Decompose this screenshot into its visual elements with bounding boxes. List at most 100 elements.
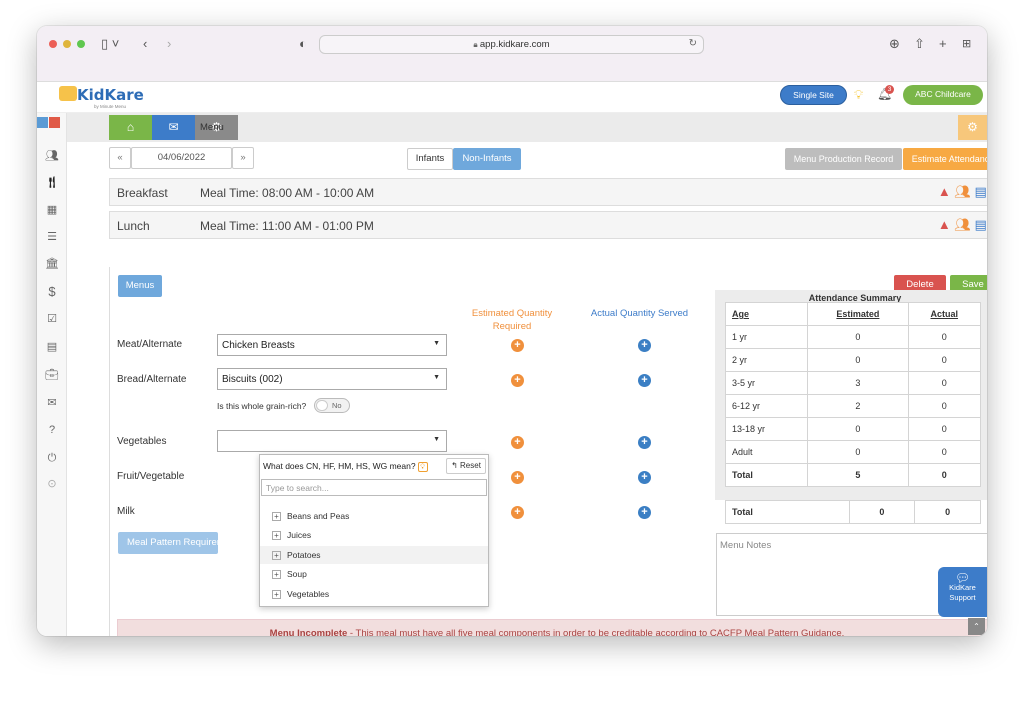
privacy-shield-icon[interactable]: ◐	[299, 36, 307, 52]
address-bar[interactable]: 🔒︎ app.kidkare.com ↻	[319, 35, 704, 54]
age-cell: 2 yr	[724, 348, 809, 372]
new-tab-icon[interactable]: +	[939, 36, 947, 52]
page-settings-button[interactable]: ⚙	[958, 115, 987, 140]
breakfast-section-header[interactable]: Breakfast Meal Time: 08:00 AM - 10:00 AM…	[109, 178, 987, 206]
add-actual-button[interactable]: +	[638, 374, 651, 387]
power-icon[interactable]: ⏻	[37, 452, 67, 465]
checkbox-icon[interactable]: ☑	[37, 312, 67, 325]
table-row: 2 yr 0 0	[724, 348, 982, 372]
home-button[interactable]: ⌂	[109, 115, 152, 140]
briefcase-icon[interactable]: 💼︎	[37, 368, 67, 381]
menus-button[interactable]: Menus	[118, 275, 162, 297]
list-icon[interactable]: ☰	[37, 230, 67, 243]
add-estimated-button[interactable]: +	[511, 506, 524, 519]
expand-icon: +	[272, 551, 281, 560]
add-actual-button[interactable]: +	[638, 339, 651, 352]
actual-cell: 0	[907, 325, 982, 349]
lightbulb-icon[interactable]: 💡︎	[854, 87, 863, 103]
play-circle-icon[interactable]: ⊙	[37, 477, 67, 490]
gear-icon: ⚙	[967, 120, 978, 134]
expand-icon: +	[272, 531, 281, 540]
vegetables-select[interactable]: ▼	[217, 430, 447, 452]
actual-cell: 0	[907, 371, 982, 395]
whole-grain-toggle[interactable]: No	[314, 398, 350, 413]
reload-icon[interactable]: ↻	[689, 38, 697, 49]
tree-item[interactable]: + Vegetables	[272, 589, 329, 599]
bank-icon[interactable]: 🏛︎	[37, 257, 67, 270]
people-icon[interactable]: 👥︎	[37, 149, 67, 162]
add-estimated-button[interactable]: +	[511, 436, 524, 449]
minimize-window-button[interactable]	[63, 40, 71, 48]
estimated-header[interactable]: Estimated	[807, 302, 909, 326]
actual-quantity-header: Actual Quantity Served	[590, 308, 689, 319]
tree-item[interactable]: + Beans and Peas	[272, 511, 349, 521]
tree-item-label: Beans and Peas	[287, 511, 350, 521]
pdf-icon[interactable]: ▤	[37, 340, 67, 353]
lunch-section-header[interactable]: Lunch Meal Time: 11:00 AM - 01:00 PM ▲ 👥…	[109, 211, 987, 239]
sidebar-toggle-icon[interactable]: ▯ ˅	[101, 36, 119, 52]
support-line1: KidKare	[949, 583, 976, 592]
single-site-button[interactable]: Single Site	[780, 85, 847, 105]
toggle-knob	[316, 400, 328, 411]
calendar-icon[interactable]: ▦	[37, 203, 67, 216]
share-icon[interactable]: ⇧	[914, 36, 925, 52]
noninfants-tab[interactable]: Non-Infants	[453, 148, 521, 170]
envelope-icon[interactable]: ✉	[37, 396, 67, 409]
dollar-icon[interactable]: $	[37, 284, 67, 299]
age-header[interactable]: Age	[724, 302, 809, 326]
caret-down-icon: ▼	[433, 374, 440, 381]
people-icon: 👥︎	[954, 184, 971, 199]
add-actual-button[interactable]: +	[638, 436, 651, 449]
expand-icon: +	[272, 512, 281, 521]
back-icon[interactable]: ‹	[143, 36, 147, 52]
actual-cell: 0	[907, 440, 982, 464]
add-actual-button[interactable]: +	[638, 506, 651, 519]
sidebar-swatch-blue	[37, 117, 48, 128]
alert-message: - This meal must have all five meal comp…	[347, 628, 845, 636]
add-actual-button[interactable]: +	[638, 471, 651, 484]
tab-overview-icon[interactable]: ⊞	[962, 36, 971, 52]
kidkare-logo[interactable]: KidKare	[77, 86, 144, 104]
tree-item[interactable]: + Potatoes	[272, 550, 321, 560]
messages-button[interactable]: ✉	[152, 115, 195, 140]
caret-down-icon: ▼	[433, 340, 440, 347]
prev-date-button[interactable]: «	[109, 147, 131, 169]
attendance-table: Age Estimated Actual 1 yr 0 0 2 yr 0 0 3-5 y…	[724, 302, 982, 487]
next-date-button[interactable]: »	[232, 147, 254, 169]
tree-item-label: Vegetables	[287, 589, 330, 599]
help-icon[interactable]: ?	[37, 424, 67, 436]
reset-button[interactable]: ↰ Reset	[446, 458, 486, 474]
infants-tab[interactable]: Infants	[407, 148, 453, 170]
help-text-link[interactable]: What does CN, HF, HM, HS, WG mean? 💡︎	[263, 461, 428, 472]
download-icon[interactable]: ⊕	[889, 36, 900, 52]
close-window-button[interactable]	[49, 40, 57, 48]
table-header-row: Age Estimated Actual	[724, 302, 982, 326]
meal-pattern-requirements-button[interactable]: Meal Pattern Requirements	[118, 532, 218, 554]
lunch-title: Lunch	[117, 219, 150, 233]
scroll-to-top-button[interactable]: ⌃	[968, 618, 985, 635]
table-row: 1 yr 0 0	[724, 325, 982, 349]
add-estimated-button[interactable]: +	[511, 471, 524, 484]
childcare-selector-button[interactable]: ABC Childcare	[903, 85, 983, 105]
actual-header[interactable]: Actual	[907, 302, 982, 326]
add-estimated-button[interactable]: +	[511, 339, 524, 352]
estimated-cell: 3	[807, 371, 909, 395]
meat-alternate-select[interactable]: Chicken Breasts ▼	[217, 334, 447, 356]
add-estimated-button[interactable]: +	[511, 374, 524, 387]
total-actual: 0	[914, 500, 981, 524]
dropdown-search-input[interactable]: Type to search...	[261, 479, 487, 496]
logo-subtitle: by Minute Menu	[94, 104, 127, 109]
estimated-cell: 0	[807, 417, 909, 441]
estimate-attendance-button[interactable]: Estimate Attendance	[903, 148, 987, 170]
forward-icon[interactable]: ›	[167, 36, 171, 52]
tree-item[interactable]: + Soup	[272, 569, 307, 579]
breakfast-time: Meal Time: 08:00 AM - 10:00 AM	[200, 186, 375, 200]
chat-icon: 💬︎	[954, 571, 971, 585]
zoom-window-button[interactable]	[77, 40, 85, 48]
menu-production-record-button[interactable]: Menu Production Record	[785, 148, 902, 170]
date-input[interactable]: 04/06/2022	[131, 147, 232, 169]
tree-item[interactable]: + Juices	[272, 530, 311, 540]
kidkare-support-button[interactable]: 💬︎ KidKare Support	[938, 567, 987, 617]
fork-knife-icon[interactable]: 🍴︎	[37, 176, 67, 189]
bread-alternate-select[interactable]: Biscuits (002) ▼	[217, 368, 447, 390]
